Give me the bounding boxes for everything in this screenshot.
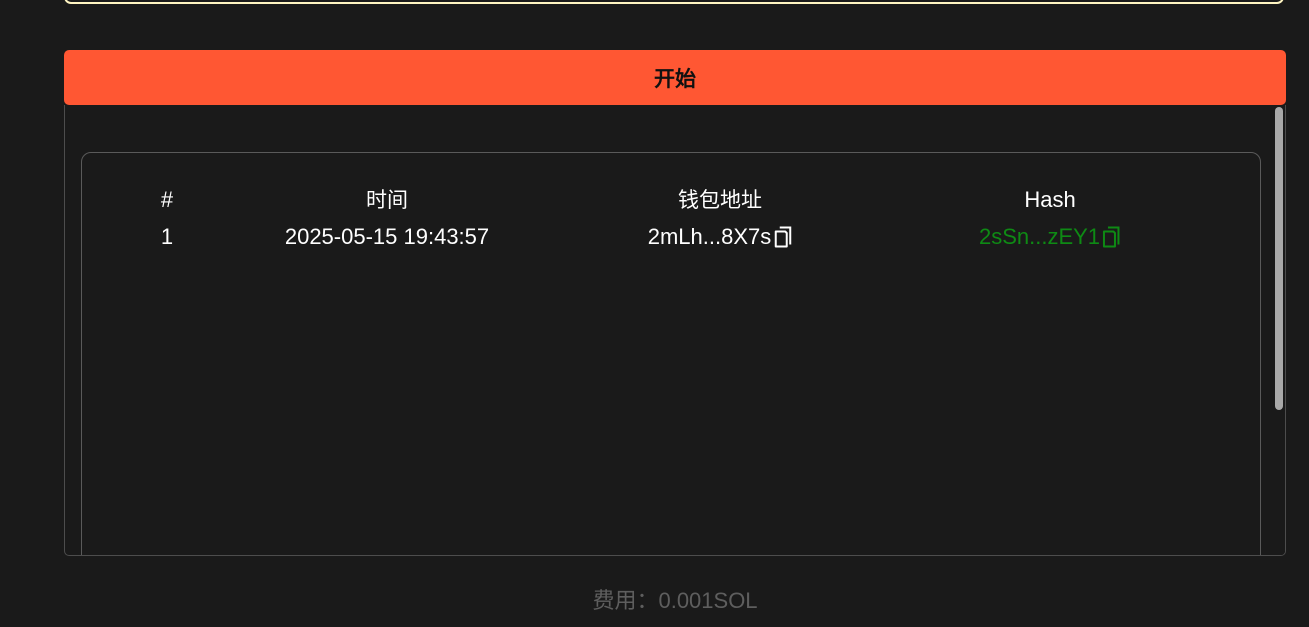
fee-value: 0.001SOL — [658, 588, 758, 613]
wallet-address-cell: 2mLh...8X7s — [648, 224, 793, 250]
row-index: 1 — [160, 224, 174, 249]
copy-icon[interactable] — [772, 225, 792, 249]
top-input-field[interactable] — [64, 0, 1284, 4]
fee-label: 费用： — [592, 589, 659, 614]
column-header-index: # — [160, 187, 174, 212]
tx-hash-link[interactable]: 2sSn...zEY1 — [979, 224, 1100, 250]
start-button[interactable]: 开始 — [64, 50, 1286, 105]
column-header-hash: Hash — [1024, 187, 1076, 212]
fee-info: 费用：0.001SOL — [0, 588, 1309, 615]
results-table: # 时间 钱包地址 Hash 1 2025-05-15 19:43:57 2mL… — [81, 152, 1261, 555]
tx-hash-cell: 2sSn...zEY1 — [979, 224, 1121, 250]
column-header-time: 时间 — [366, 188, 408, 212]
copy-icon[interactable] — [1101, 225, 1121, 249]
wallet-address: 2mLh...8X7s — [647, 224, 772, 249]
vertical-scrollbar[interactable] — [1272, 105, 1285, 555]
results-panel: # 时间 钱包地址 Hash 1 2025-05-15 19:43:57 2mL… — [64, 105, 1286, 556]
column-header-wallet: 钱包地址 — [678, 188, 762, 212]
scrollbar-thumb[interactable] — [1275, 107, 1283, 410]
row-time: 2025-05-15 19:43:57 — [284, 224, 490, 249]
